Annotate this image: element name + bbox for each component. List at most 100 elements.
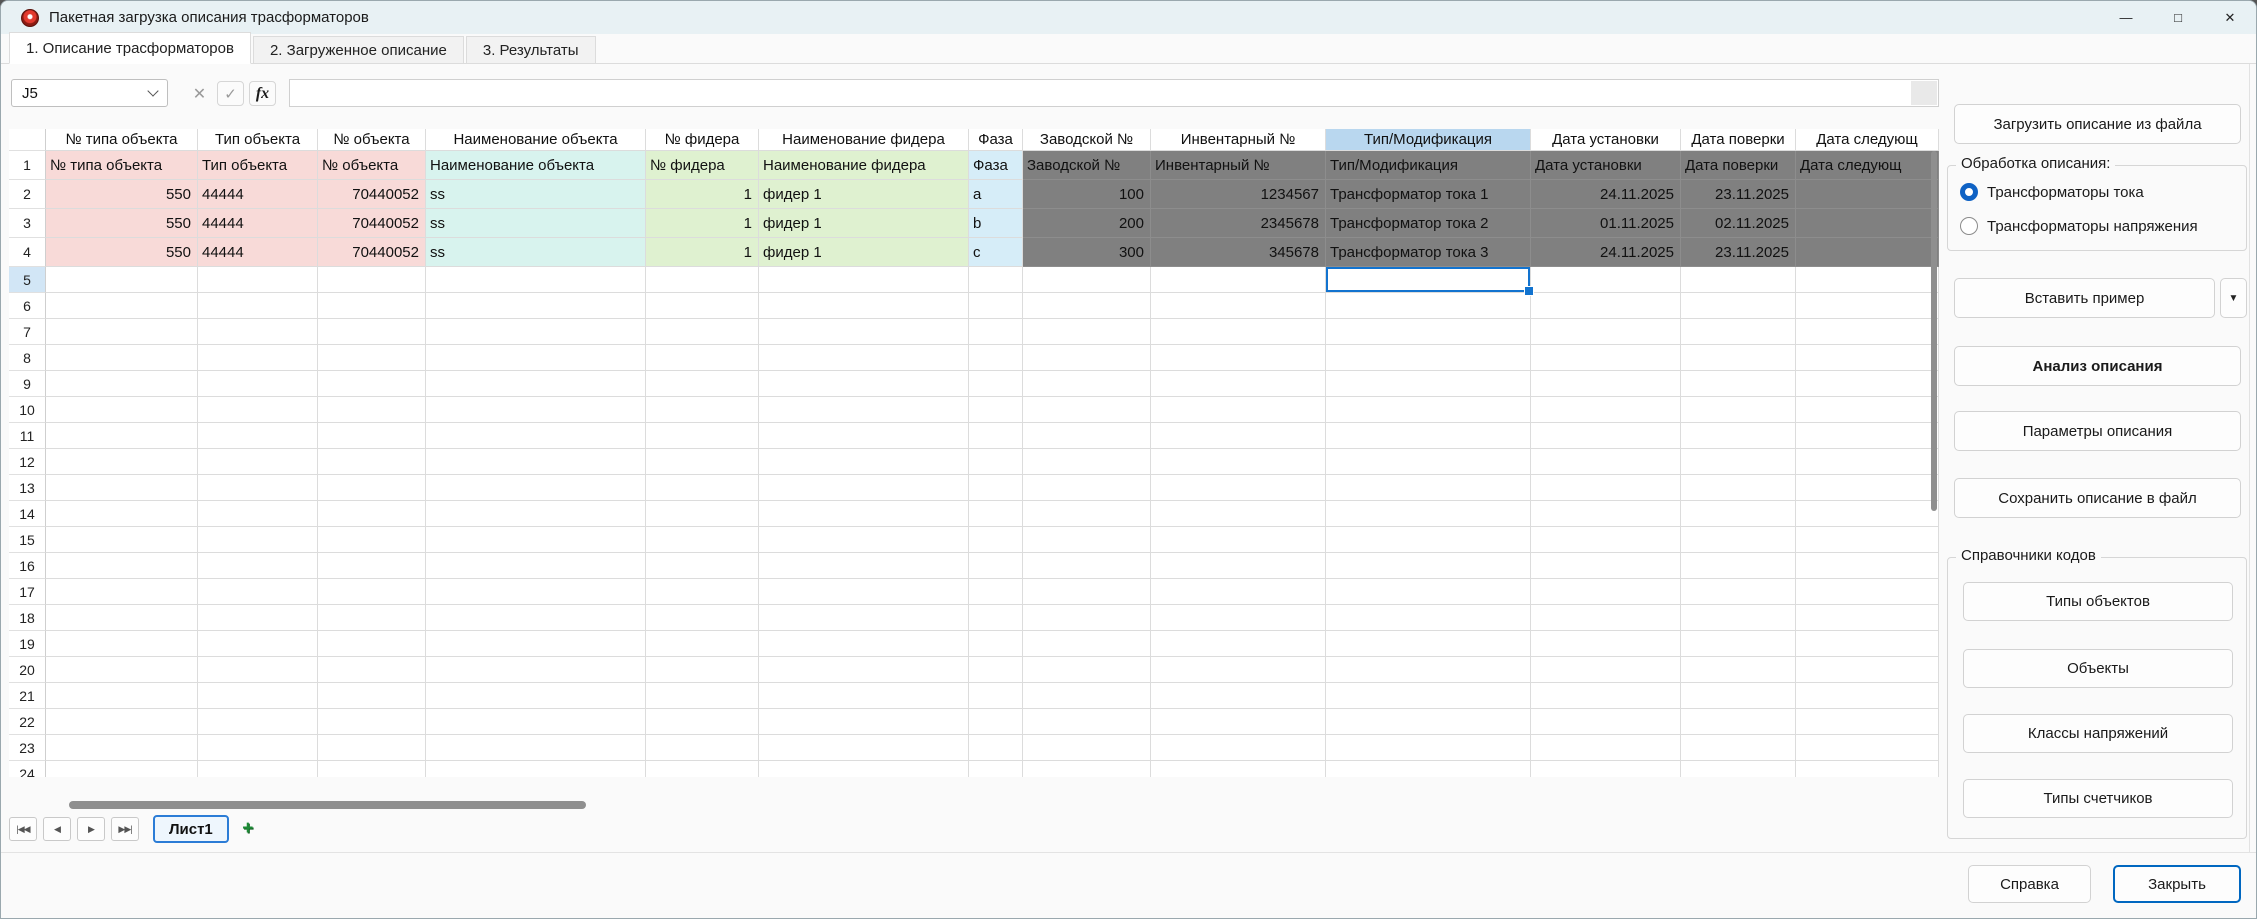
cell-J5[interactable] (1326, 267, 1531, 293)
radio-voltage-transformers[interactable]: Трансформаторы напряжения (1960, 217, 2198, 235)
cell-E18[interactable] (646, 605, 759, 631)
cell-C24[interactable] (318, 761, 426, 777)
cell-I23[interactable] (1151, 735, 1326, 761)
cell-H15[interactable] (1023, 527, 1151, 553)
cell-F4[interactable]: фидер 1 (759, 238, 969, 267)
cell-C14[interactable] (318, 501, 426, 527)
cell-G9[interactable] (969, 371, 1023, 397)
confirm-entry-button[interactable]: ✓ (217, 81, 244, 106)
cell-B7[interactable] (198, 319, 318, 345)
prev-sheet-button[interactable]: ◀ (43, 817, 71, 841)
cell-I14[interactable] (1151, 501, 1326, 527)
cell-G4[interactable]: c (969, 238, 1023, 267)
radio-current-transformers[interactable]: Трансформаторы тока (1960, 183, 2144, 201)
cell-I15[interactable] (1151, 527, 1326, 553)
row-header-23[interactable]: 23 (9, 735, 46, 761)
cell-J15[interactable] (1326, 527, 1531, 553)
cell-C19[interactable] (318, 631, 426, 657)
select-all-corner[interactable] (9, 129, 46, 151)
row-header-13[interactable]: 13 (9, 475, 46, 501)
cell-E8[interactable] (646, 345, 759, 371)
cell-D1[interactable]: Наименование объекта (426, 151, 646, 180)
row-header-14[interactable]: 14 (9, 501, 46, 527)
cell-K14[interactable] (1531, 501, 1681, 527)
cell-J20[interactable] (1326, 657, 1531, 683)
cell-L13[interactable] (1681, 475, 1796, 501)
cell-G23[interactable] (969, 735, 1023, 761)
cell-K8[interactable] (1531, 345, 1681, 371)
cell-L17[interactable] (1681, 579, 1796, 605)
row-header-4[interactable]: 4 (9, 238, 46, 267)
cell-B2[interactable]: 44444 (198, 180, 318, 209)
cell-F7[interactable] (759, 319, 969, 345)
cell-C13[interactable] (318, 475, 426, 501)
row-header-22[interactable]: 22 (9, 709, 46, 735)
cell-L11[interactable] (1681, 423, 1796, 449)
cell-E12[interactable] (646, 449, 759, 475)
cell-E16[interactable] (646, 553, 759, 579)
cell-G10[interactable] (969, 397, 1023, 423)
cell-E4[interactable]: 1 (646, 238, 759, 267)
tab-transformer-description[interactable]: 1. Описание трасформаторов (9, 32, 251, 64)
cell-B13[interactable] (198, 475, 318, 501)
cell-H23[interactable] (1023, 735, 1151, 761)
cell-I22[interactable] (1151, 709, 1326, 735)
cell-K5[interactable] (1531, 267, 1681, 293)
cell-I5[interactable] (1151, 267, 1326, 293)
cell-D20[interactable] (426, 657, 646, 683)
cell-H11[interactable] (1023, 423, 1151, 449)
cell-E19[interactable] (646, 631, 759, 657)
cell-M9[interactable] (1796, 371, 1939, 397)
row-header-20[interactable]: 20 (9, 657, 46, 683)
row-header-7[interactable]: 7 (9, 319, 46, 345)
cell-E15[interactable] (646, 527, 759, 553)
cell-E10[interactable] (646, 397, 759, 423)
cell-M20[interactable] (1796, 657, 1939, 683)
sheet-tab-list1[interactable]: Лист1 (153, 815, 229, 843)
cell-B6[interactable] (198, 293, 318, 319)
cell-G6[interactable] (969, 293, 1023, 319)
cell-M23[interactable] (1796, 735, 1939, 761)
cell-D12[interactable] (426, 449, 646, 475)
cell-D13[interactable] (426, 475, 646, 501)
cell-I21[interactable] (1151, 683, 1326, 709)
cell-G3[interactable]: b (969, 209, 1023, 238)
cell-A13[interactable] (46, 475, 198, 501)
cell-G1[interactable]: Фаза (969, 151, 1023, 180)
column-header-C[interactable]: № объекта (318, 129, 426, 151)
cell-M10[interactable] (1796, 397, 1939, 423)
insert-example-dropdown-button[interactable]: ▼ (2220, 278, 2247, 318)
cell-A16[interactable] (46, 553, 198, 579)
cell-L16[interactable] (1681, 553, 1796, 579)
cell-H2[interactable]: 100 (1023, 180, 1151, 209)
cell-A11[interactable] (46, 423, 198, 449)
cell-L19[interactable] (1681, 631, 1796, 657)
cell-F24[interactable] (759, 761, 969, 777)
cell-H1[interactable]: Заводской № (1023, 151, 1151, 180)
cell-A20[interactable] (46, 657, 198, 683)
cell-K9[interactable] (1531, 371, 1681, 397)
cell-J23[interactable] (1326, 735, 1531, 761)
cell-G20[interactable] (969, 657, 1023, 683)
cell-K6[interactable] (1531, 293, 1681, 319)
cell-C11[interactable] (318, 423, 426, 449)
add-sheet-icon[interactable]: + (235, 817, 261, 841)
cell-B22[interactable] (198, 709, 318, 735)
cell-H22[interactable] (1023, 709, 1151, 735)
cell-J10[interactable] (1326, 397, 1531, 423)
cell-L6[interactable] (1681, 293, 1796, 319)
load-description-button[interactable]: Загрузить описание из файла (1954, 104, 2241, 144)
cell-F16[interactable] (759, 553, 969, 579)
last-sheet-button[interactable]: ▶▶| (111, 817, 139, 841)
cell-A1[interactable]: № типа объекта (46, 151, 198, 180)
cell-I9[interactable] (1151, 371, 1326, 397)
cell-D4[interactable]: ss (426, 238, 646, 267)
cell-A7[interactable] (46, 319, 198, 345)
cell-L12[interactable] (1681, 449, 1796, 475)
cell-C21[interactable] (318, 683, 426, 709)
cell-M5[interactable] (1796, 267, 1939, 293)
cell-B15[interactable] (198, 527, 318, 553)
cell-C12[interactable] (318, 449, 426, 475)
cell-F8[interactable] (759, 345, 969, 371)
cell-C18[interactable] (318, 605, 426, 631)
